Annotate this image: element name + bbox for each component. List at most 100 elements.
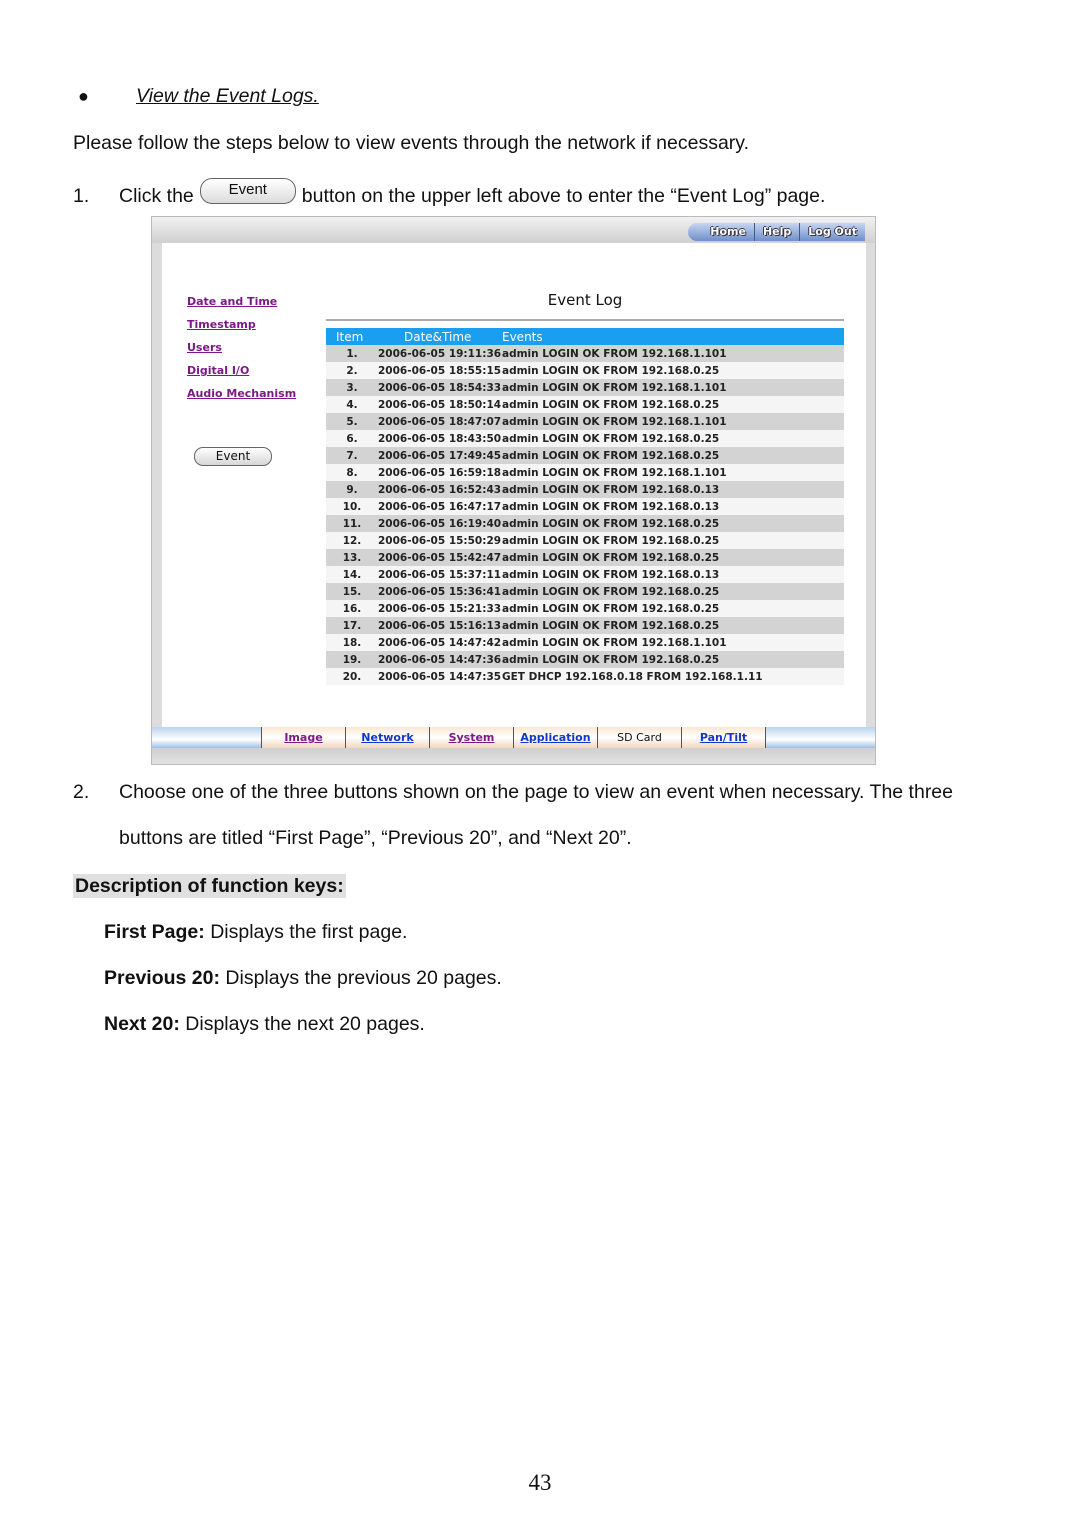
cell-datetime: 2006-06-05 15:42:47	[378, 549, 502, 566]
nav-logout[interactable]: Log Out	[799, 223, 865, 241]
step-2-number: 2.	[73, 781, 90, 803]
cell-event: admin LOGIN OK FROM 192.168.0.13	[502, 481, 844, 498]
top-nav: Home Help Log Out	[688, 223, 865, 241]
cell-event: admin LOGIN OK FROM 192.168.1.101	[502, 413, 844, 430]
table-row: 1. 2006-06-05 19:11:36 admin LOGIN OK FROM…	[326, 345, 844, 362]
side-link-users[interactable]: Users	[187, 341, 296, 355]
content-panel: Date and Time Timestamp Users Digital I/…	[162, 243, 866, 751]
cell-event: admin LOGIN OK FROM 192.168.0.25	[502, 617, 844, 634]
cell-event: GET DHCP 192.168.0.18 FROM 192.168.1.11	[502, 668, 844, 685]
cell-datetime: 2006-06-05 16:47:17	[378, 498, 502, 515]
cell-datetime: 2006-06-05 15:21:33	[378, 600, 502, 617]
cell-item: 2.	[326, 362, 378, 379]
cell-item: 15.	[326, 583, 378, 600]
cell-datetime: 2006-06-05 16:59:18	[378, 464, 502, 481]
cell-datetime: 2006-06-05 18:50:14	[378, 396, 502, 413]
table-row: 15. 2006-06-05 15:36:41 admin LOGIN OK FRO…	[326, 583, 844, 600]
nav-home[interactable]: Home	[688, 223, 754, 241]
section-title: View the Event Logs.	[136, 85, 319, 107]
cell-datetime: 2006-06-05 17:49:45	[378, 447, 502, 464]
table-row: 5. 2006-06-05 18:47:07 admin LOGIN OK FROM…	[326, 413, 844, 430]
key-name: Previous 20:	[104, 967, 220, 989]
table-row: 16. 2006-06-05 15:21:33 admin LOGIN OK FRO…	[326, 600, 844, 617]
bottom-tab-system[interactable]: System	[430, 727, 514, 748]
cell-item: 7.	[326, 447, 378, 464]
cell-datetime: 2006-06-05 18:55:15	[378, 362, 502, 379]
cell-event: admin LOGIN OK FROM 192.168.0.13	[502, 498, 844, 515]
side-link-digital-io[interactable]: Digital I/O	[187, 364, 296, 378]
cell-event: admin LOGIN OK FROM 192.168.1.101	[502, 464, 844, 481]
page-number: 43	[528, 1470, 552, 1495]
nav-help[interactable]: Help	[753, 223, 799, 241]
bottom-tab-application[interactable]: Application	[514, 727, 598, 748]
bottom-tab-image[interactable]: Image	[261, 727, 346, 748]
bottom-tab-network[interactable]: Network	[346, 727, 430, 748]
side-link-timestamp[interactable]: Timestamp	[187, 318, 296, 332]
cell-datetime: 2006-06-05 18:54:33	[378, 379, 502, 396]
bottom-tab-sd-card[interactable]: SD Card	[598, 727, 682, 748]
key-description: Displays the next 20 pages.	[179, 1013, 425, 1035]
bottom-tabs: Image Network System Application SD Card Pan/…	[261, 727, 766, 748]
cell-datetime: 2006-06-05 14:47:36	[378, 651, 502, 668]
cell-item: 9.	[326, 481, 378, 498]
table-row: 19. 2006-06-05 14:47:36 admin LOGIN OK FRO…	[326, 651, 844, 668]
side-link-date-and-time[interactable]: Date and Time	[187, 295, 296, 309]
cell-event: admin LOGIN OK FROM 192.168.0.25	[502, 430, 844, 447]
key-name: Next 20:	[104, 1013, 180, 1035]
cell-datetime: 2006-06-05 16:19:40	[378, 515, 502, 532]
key-name: First Page:	[104, 921, 205, 943]
cell-event: admin LOGIN OK FROM 192.168.0.13	[502, 566, 844, 583]
cell-datetime: 2006-06-05 16:52:43	[378, 481, 502, 498]
cell-datetime: 2006-06-05 19:11:36	[378, 345, 502, 362]
cell-event: admin LOGIN OK FROM 192.168.0.25	[502, 396, 844, 413]
cell-datetime: 2006-06-05 15:50:29	[378, 532, 502, 549]
cell-item: 13.	[326, 549, 378, 566]
event-button[interactable]: Event	[194, 447, 272, 466]
cell-datetime: 2006-06-05 14:47:35	[378, 668, 502, 685]
table-row: 7. 2006-06-05 17:49:45 admin LOGIN OK FROM…	[326, 447, 844, 464]
column-header-item: Item	[326, 328, 378, 345]
step-2-line-1: Choose one of the three buttons shown on…	[119, 781, 953, 803]
cell-item: 17.	[326, 617, 378, 634]
table-row: 10. 2006-06-05 16:47:17 admin LOGIN OK FRO…	[326, 498, 844, 515]
key-description: Displays the first page.	[204, 921, 408, 943]
cell-event: admin LOGIN OK FROM 192.168.0.25	[502, 362, 844, 379]
title-divider	[326, 319, 844, 321]
intro-paragraph: Please follow the steps below to view ev…	[73, 132, 749, 154]
cell-item: 11.	[326, 515, 378, 532]
cell-event: admin LOGIN OK FROM 192.168.0.25	[502, 583, 844, 600]
table-row: 20. 2006-06-05 14:47:35 GET DHCP 192.168.0…	[326, 668, 844, 685]
table-row: 17. 2006-06-05 15:16:13 admin LOGIN OK FRO…	[326, 617, 844, 634]
bottom-tab-pan-tilt[interactable]: Pan/Tilt	[682, 727, 766, 748]
cell-datetime: 2006-06-05 15:36:41	[378, 583, 502, 600]
bullet-icon: ●	[78, 86, 89, 106]
cell-event: admin LOGIN OK FROM 192.168.1.101	[502, 345, 844, 362]
step-1-before: Click the	[119, 185, 194, 208]
table-row: 18. 2006-06-05 14:47:42 admin LOGIN OK FRO…	[326, 634, 844, 651]
cell-item: 5.	[326, 413, 378, 430]
cell-item: 10.	[326, 498, 378, 515]
step-2-line-2: buttons are titled “First Page”, “Previo…	[119, 827, 632, 849]
cell-item: 12.	[326, 532, 378, 549]
key-description: Displays the previous 20 pages.	[219, 967, 502, 989]
cell-event: admin LOGIN OK FROM 192.168.0.25	[502, 600, 844, 617]
table-row: 11. 2006-06-05 16:19:40 admin LOGIN OK FRO…	[326, 515, 844, 532]
cell-item: 16.	[326, 600, 378, 617]
table-row: 9. 2006-06-05 16:52:43 admin LOGIN OK FROM…	[326, 481, 844, 498]
step-1-after: button on the upper left above to enter …	[301, 185, 826, 208]
function-key-next-20: Next 20: Displays the next 20 pages.	[104, 1012, 425, 1036]
cell-datetime: 2006-06-05 15:37:11	[378, 566, 502, 583]
cell-item: 4.	[326, 396, 378, 413]
step-1-text: Click the Event button on the upper left a…	[119, 178, 826, 210]
table-row: 8. 2006-06-05 16:59:18 admin LOGIN OK FROM…	[326, 464, 844, 481]
table-row: 12. 2006-06-05 15:50:29 admin LOGIN OK FRO…	[326, 532, 844, 549]
cell-event: admin LOGIN OK FROM 192.168.0.25	[502, 651, 844, 668]
description-heading: Description of function keys:	[73, 874, 346, 898]
column-header-datetime: Date&Time	[378, 328, 502, 345]
cell-item: 8.	[326, 464, 378, 481]
cell-datetime: 2006-06-05 14:47:42	[378, 634, 502, 651]
side-link-audio-mechanism[interactable]: Audio Mechanism	[187, 387, 296, 401]
event-log-title: Event Log	[547, 291, 623, 309]
table-row: 13. 2006-06-05 15:42:47 admin LOGIN OK FRO…	[326, 549, 844, 566]
table-row: 3. 2006-06-05 18:54:33 admin LOGIN OK FROM…	[326, 379, 844, 396]
